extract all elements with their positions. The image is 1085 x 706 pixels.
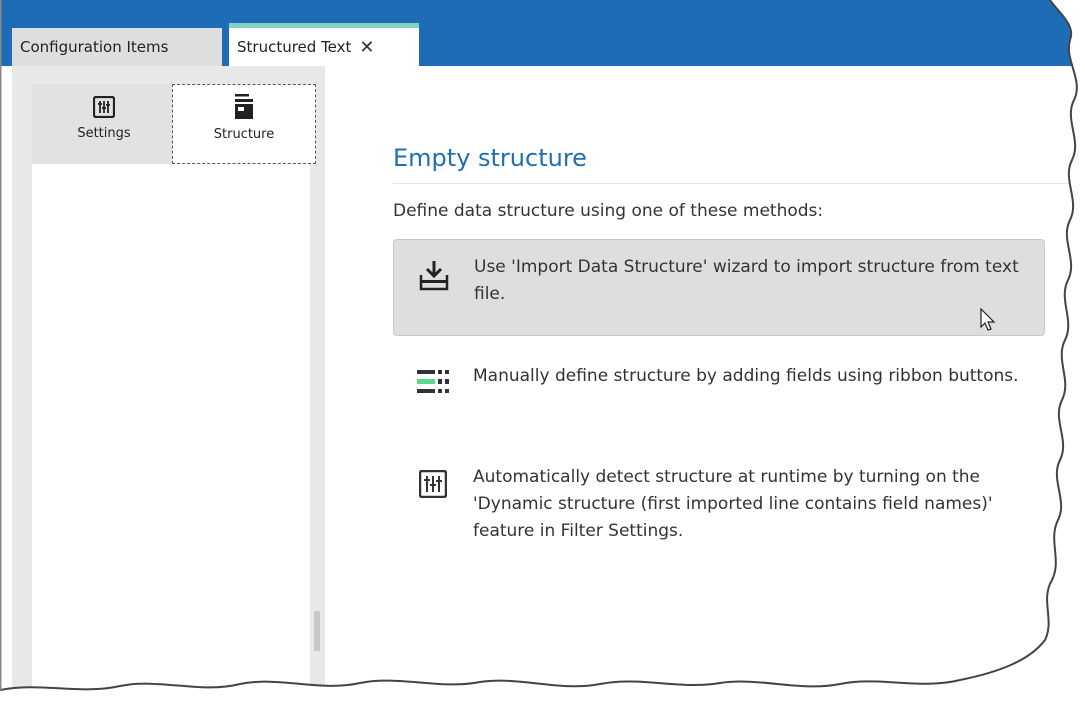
side-tab-structure-label: Structure (213, 127, 275, 142)
page-title: Empty structure (393, 144, 587, 172)
left-panel: Settings Structure (12, 66, 325, 706)
manual-structure-option: Manually define structure by adding fiel… (393, 361, 1045, 441)
settings-icon (393, 464, 473, 498)
side-tab-structure[interactable]: Structure (172, 84, 316, 164)
intro-text: Define data structure using one of these… (393, 201, 824, 221)
structure-icon (235, 94, 253, 119)
heading-divider (393, 183, 1083, 184)
import-icon (394, 254, 474, 292)
manual-structure-text: Manually define structure by adding fiel… (473, 366, 1019, 386)
tab-structured-text-label: Structured Text (237, 38, 352, 56)
close-icon[interactable]: ✕ (359, 37, 374, 58)
scrollbar-thumb[interactable] (314, 611, 320, 651)
mouse-cursor-icon (980, 308, 996, 331)
tab-structured-text[interactable]: Structured Text ✕ (229, 23, 419, 66)
dynamic-structure-text: Automatically detect structure at runtim… (473, 467, 993, 541)
dynamic-structure-option: Automatically detect structure at runtim… (393, 462, 1045, 572)
main-content: Empty structure Define data structure us… (325, 66, 1085, 706)
side-tab-settings-label: Settings (77, 126, 131, 141)
tab-configuration-items[interactable]: Configuration Items (12, 28, 222, 66)
side-tab-settings[interactable]: Settings (32, 84, 176, 164)
structure-list[interactable] (32, 164, 310, 706)
tab-configuration-items-label: Configuration Items (20, 38, 169, 56)
import-structure-text: Use 'Import Data Structure' wizard to im… (474, 257, 1019, 304)
fields-icon (393, 363, 473, 395)
import-structure-option[interactable]: Use 'Import Data Structure' wizard to im… (393, 239, 1045, 336)
settings-icon (93, 96, 115, 118)
